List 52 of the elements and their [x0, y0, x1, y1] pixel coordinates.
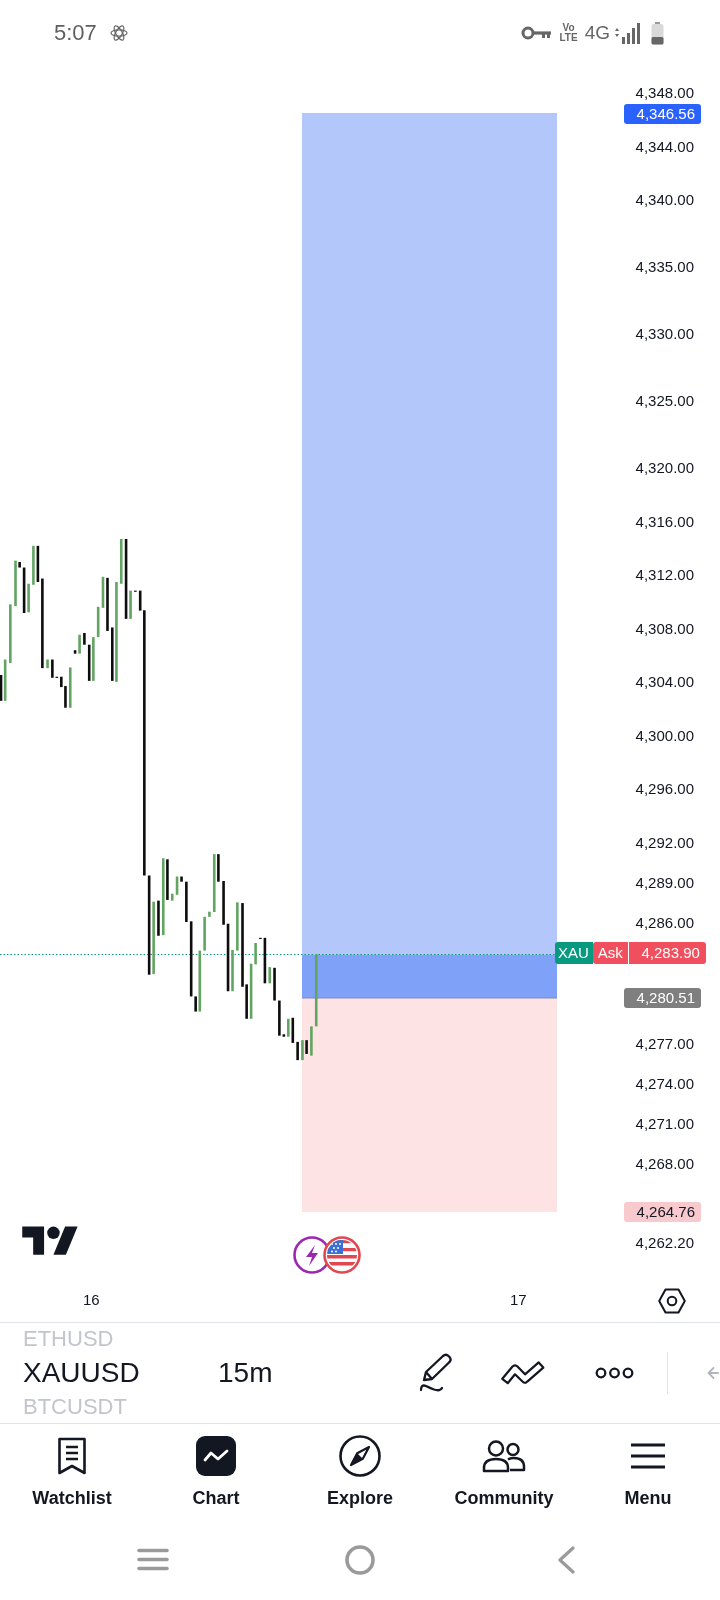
settings-icon[interactable]: [658, 1288, 686, 1314]
price-axis-label: 4,344.00: [635, 138, 694, 156]
logo-icon: [22, 1226, 78, 1255]
nav-tab[interactable]: Watchlist: [0, 1424, 144, 1519]
price-axis-label: 4,274.00: [635, 1075, 694, 1093]
volte-label: Vo: [562, 23, 575, 33]
price-axis-label: 4,316.00: [635, 513, 694, 531]
price-axis-label: 4,340.00: [635, 191, 694, 209]
price-axis-label: 4,312.00: [635, 566, 694, 584]
symbol-option[interactable]: XAUUSD: [23, 1356, 140, 1390]
status-time: 5:07: [54, 20, 97, 46]
price-axis-label: 4,335.00: [635, 258, 694, 276]
signal-icon: [615, 22, 640, 44]
pencil-icon[interactable]: [418, 1353, 452, 1393]
nav-tab[interactable]: Menu: [576, 1424, 720, 1519]
price-axis-label: 4,262.20: [635, 1234, 694, 1252]
time-axis-label: 17: [510, 1291, 527, 1309]
price-tag: 4,346.56: [624, 104, 701, 124]
side-tag: Ask: [592, 942, 628, 964]
price-axis-label: 4,296.00: [635, 780, 694, 798]
nav-tab[interactable]: Chart: [144, 1424, 288, 1519]
time-axis-label: 16: [83, 1291, 100, 1309]
nav-tab[interactable]: Explore: [288, 1424, 432, 1519]
back-icon[interactable]: [556, 1545, 576, 1574]
price-axis-label: 4,277.00: [635, 1035, 694, 1053]
price-axis-label: 4,320.00: [635, 459, 694, 477]
price-axis-label: 4,271.00: [635, 1115, 694, 1133]
home-icon[interactable]: [345, 1544, 375, 1575]
price-axis-label: 4,304.00: [635, 673, 694, 691]
flag-icon[interactable]: [323, 1236, 361, 1274]
price-axis-label: 4,292.00: [635, 834, 694, 852]
battery-icon: [651, 21, 664, 45]
price-axis-label: 4,330.00: [635, 325, 694, 343]
price-tag: 4,264.76: [624, 1202, 701, 1222]
key-icon: [521, 26, 552, 40]
price-tag: 4,280.51: [624, 988, 701, 1008]
lte-label: LTE: [559, 33, 578, 43]
price-axis-label: 4,308.00: [635, 620, 694, 638]
atom-icon: [109, 23, 128, 43]
recent-apps-icon[interactable]: [137, 1548, 169, 1571]
price-axis-label: 4,348.00: [635, 84, 694, 102]
price-axis-label: 4,300.00: [635, 727, 694, 745]
price-axis-label: 4,286.00: [635, 914, 694, 932]
price-axis-label: 4,325.00: [635, 392, 694, 410]
nav-tab[interactable]: Community: [432, 1424, 576, 1519]
price-axis-label: 4,268.00: [635, 1155, 694, 1173]
interval-selector[interactable]: 15m: [218, 1357, 273, 1388]
network-type: 4G: [584, 22, 610, 44]
price-tag: 4,283.90: [628, 942, 706, 964]
symbol-tag: XAU: [555, 942, 593, 964]
price-axis-label: 4,289.00: [635, 874, 694, 892]
zigzag-icon[interactable]: [501, 1360, 545, 1386]
